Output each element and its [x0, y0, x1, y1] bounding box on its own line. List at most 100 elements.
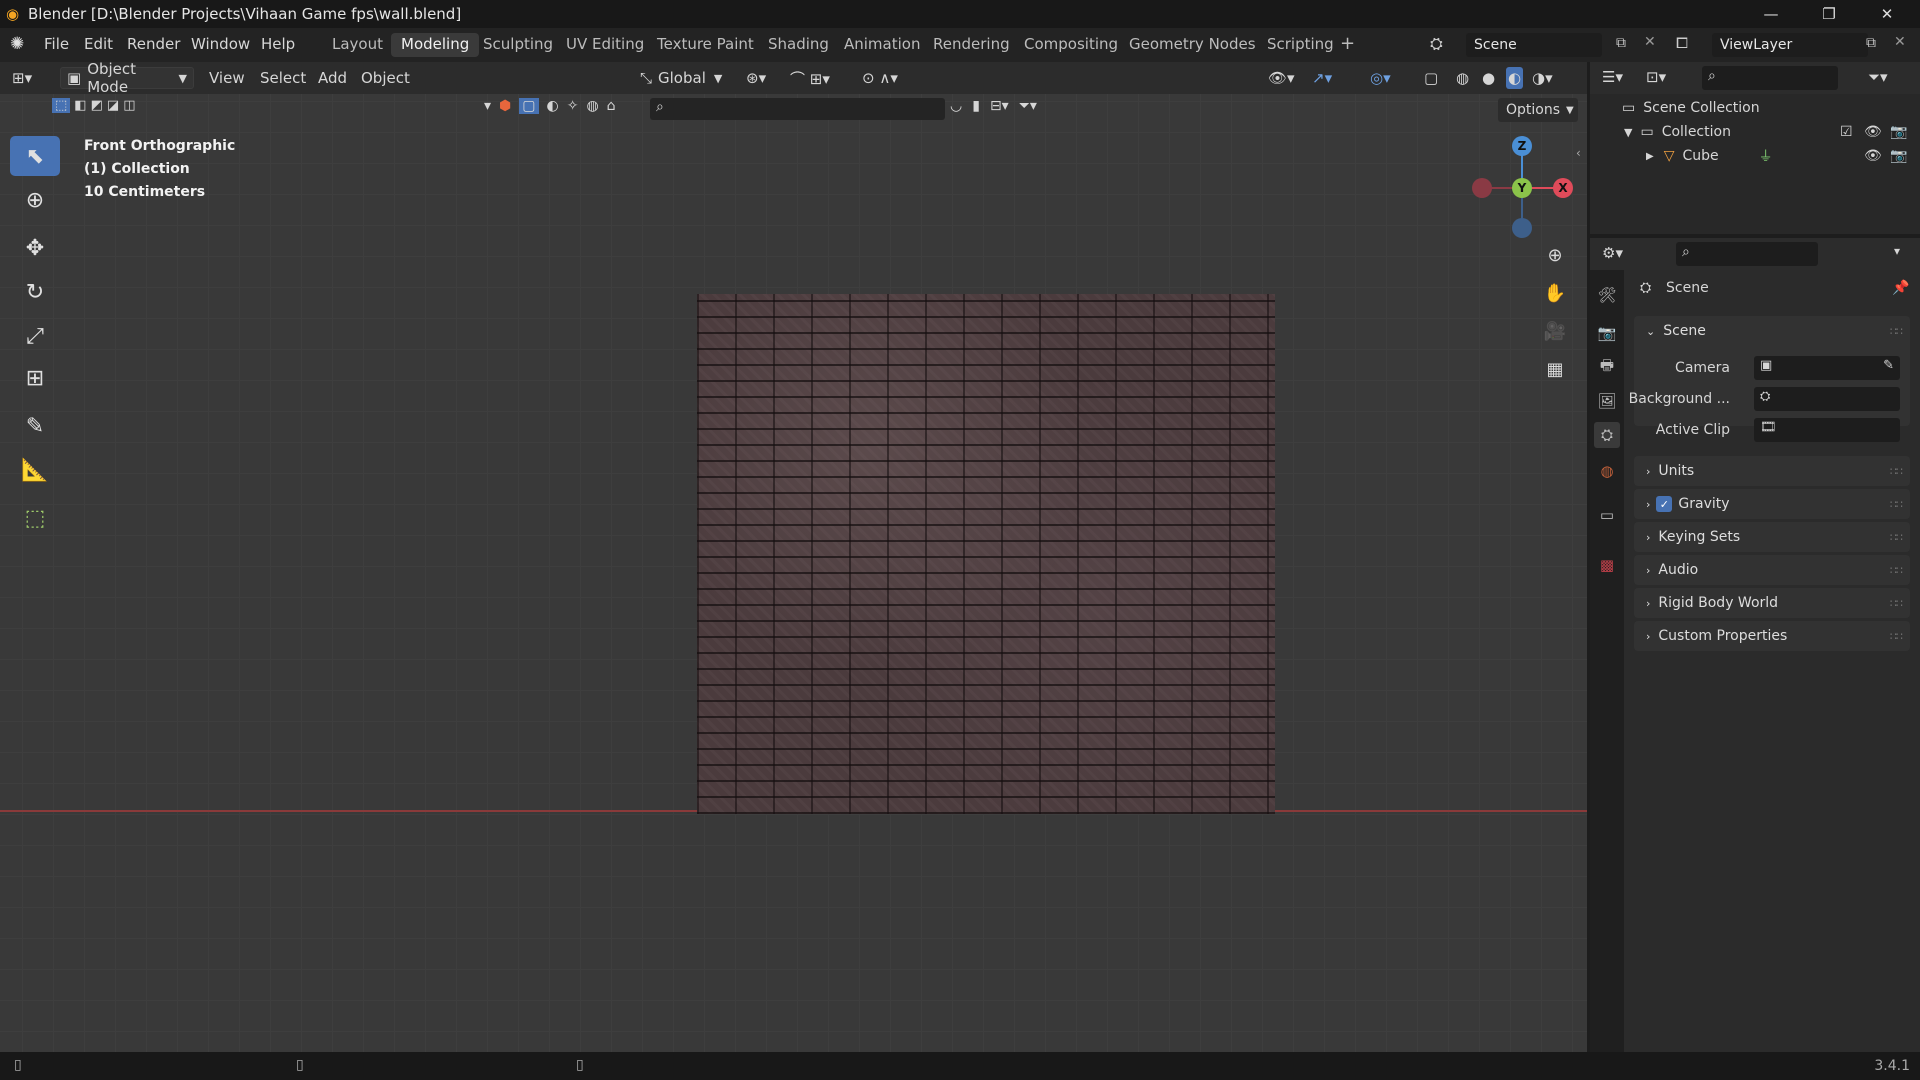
- select-box-icon[interactable]: ⬚: [52, 98, 71, 113]
- snap-icon[interactable]: ⌒ ⊞▾: [790, 67, 830, 89]
- scene-filter-icon[interactable]: ⌂: [607, 98, 616, 114]
- collection-tab-icon[interactable]: ▭: [1594, 502, 1620, 528]
- eye-icon[interactable]: 👁: [1864, 124, 1882, 140]
- viewlayer-field[interactable]: ViewLayer: [1712, 33, 1868, 57]
- maximize-button[interactable]: ❐: [1800, 0, 1858, 28]
- gizmo-x-axis[interactable]: X: [1553, 178, 1573, 198]
- tool-tab-icon[interactable]: 🛠: [1594, 282, 1620, 308]
- render-tab-icon[interactable]: 📷: [1594, 320, 1620, 346]
- new-scene-icon[interactable]: ⧉: [1616, 35, 1626, 51]
- blender-menu-icon[interactable]: ✺: [10, 34, 24, 54]
- filter-icon[interactable]: ⏷▾: [1019, 98, 1037, 114]
- tab-modeling[interactable]: Modeling: [391, 33, 480, 57]
- chevron-right-icon[interactable]: ▶: [1646, 151, 1654, 162]
- mesh-data-icon[interactable]: ⏚: [1759, 146, 1773, 166]
- close-button[interactable]: ✕: [1858, 0, 1916, 28]
- options-dropdown[interactable]: Options ▼: [1498, 98, 1578, 122]
- object-type-icon[interactable]: ⬢: [499, 98, 511, 114]
- object-mode-dropdown[interactable]: ▣ Object Mode ▼: [60, 60, 194, 96]
- editor-type-icon[interactable]: ⊞▾: [12, 67, 32, 89]
- measure-icon[interactable]: 📐: [10, 450, 60, 490]
- drag-handle-icon[interactable]: ∷∷: [1890, 564, 1903, 577]
- checkbox-icon[interactable]: ☑: [1840, 124, 1853, 140]
- drag-handle-icon[interactable]: ∷∷: [1890, 630, 1903, 643]
- wireframe-shading-icon[interactable]: ◍: [1456, 67, 1469, 89]
- eye-icon[interactable]: 👁: [1864, 148, 1882, 164]
- chevron-left-icon[interactable]: ‹: [1576, 146, 1581, 160]
- rendered-shading-icon[interactable]: ◑▾: [1532, 67, 1553, 89]
- scene-panel-header[interactable]: ⌄ Scene ∷∷: [1634, 316, 1910, 346]
- 3d-viewport[interactable]: ⬚ ◧ ◩ ◪ ◫ ▾ ⬢ ▢ ◐ ✧ ◍ ⌂ ⌕ ◡ ▮ ⊟▾ ⏷▾ Opti…: [0, 94, 1587, 1052]
- drag-handle-icon[interactable]: ∷∷: [1890, 597, 1903, 610]
- gizmo-icon[interactable]: ↗▾: [1312, 67, 1332, 89]
- drag-handle-icon[interactable]: ∷∷: [1890, 498, 1903, 511]
- gizmo-z-axis[interactable]: Z: [1512, 136, 1532, 156]
- remove-viewlayer-icon[interactable]: ✕: [1894, 34, 1906, 50]
- material-shading-icon[interactable]: ◐: [1506, 67, 1524, 89]
- menu-select[interactable]: Select: [260, 67, 306, 89]
- pin-icon[interactable]: 📌: [1892, 280, 1909, 296]
- keying-sets-panel[interactable]: › Keying Sets ∷∷: [1634, 522, 1910, 552]
- units-panel[interactable]: › Units ∷∷: [1634, 456, 1910, 486]
- gizmo-neg-z-axis[interactable]: [1512, 218, 1532, 238]
- curve-icon[interactable]: ◡: [950, 98, 962, 114]
- menu-edit[interactable]: Edit: [84, 35, 113, 53]
- gravity-checkbox[interactable]: ✓: [1656, 496, 1673, 512]
- move-icon[interactable]: ✥: [10, 228, 60, 268]
- tab-uv-editing[interactable]: UV Editing: [556, 33, 654, 57]
- menu-view[interactable]: View: [209, 67, 245, 89]
- scale-icon[interactable]: ⤢: [10, 316, 60, 356]
- outliner-row-collection[interactable]: ▼ ▭ Collection ☑ 👁 📷: [1590, 120, 1920, 144]
- gravity-panel[interactable]: › ✓ Gravity ∷∷: [1634, 489, 1910, 519]
- bookmark-icon[interactable]: ▮: [972, 98, 980, 114]
- chevron-down-icon[interactable]: ▾: [1894, 244, 1900, 258]
- outliner-row-cube[interactable]: ▶ ▽ Cube ⏚ 👁 📷: [1590, 144, 1920, 168]
- scene-icon[interactable]: ⛭: [1430, 34, 1443, 54]
- object-filter-icon[interactable]: ▢: [519, 98, 539, 114]
- select-extend-icon[interactable]: ◧: [74, 98, 86, 113]
- tab-texture-paint[interactable]: Texture Paint: [647, 33, 764, 57]
- minimize-button[interactable]: —: [1742, 0, 1800, 28]
- outliner-row-scene-collection[interactable]: ▭ Scene Collection: [1590, 96, 1920, 120]
- rigid-body-world-panel[interactable]: › Rigid Body World ∷∷: [1634, 588, 1910, 618]
- output-tab-icon[interactable]: 🖶: [1594, 354, 1620, 380]
- proportional-edit-icon[interactable]: ⊙ ∧▾: [862, 67, 898, 89]
- tab-compositing[interactable]: Compositing: [1014, 33, 1128, 57]
- annotate-icon[interactable]: ✎: [10, 406, 60, 446]
- eyedropper-icon[interactable]: ✎: [1883, 358, 1894, 373]
- editor-type-icon[interactable]: ☰▾: [1602, 68, 1623, 86]
- brick-wall-object[interactable]: [697, 294, 1275, 814]
- custom-properties-panel[interactable]: › Custom Properties ∷∷: [1634, 621, 1910, 651]
- transform-icon[interactable]: ⊞: [10, 358, 60, 398]
- outliner-search-input[interactable]: ⌕: [1702, 66, 1838, 90]
- orientation-dropdown[interactable]: ⤡ Global ▼: [640, 67, 722, 89]
- tab-geometry-nodes[interactable]: Geometry Nodes: [1119, 33, 1266, 57]
- solid-shading-icon[interactable]: ●: [1482, 67, 1495, 89]
- select-tool-icon[interactable]: ⬉: [10, 136, 60, 176]
- drag-handle-icon[interactable]: ∷∷: [1890, 325, 1903, 338]
- active-clip-field[interactable]: 🎞: [1754, 418, 1900, 442]
- new-viewlayer-icon[interactable]: ⧉: [1866, 35, 1876, 51]
- menu-help[interactable]: Help: [261, 35, 295, 53]
- camera-icon[interactable]: 📷: [1890, 124, 1907, 140]
- add-workspace-button[interactable]: +: [1330, 33, 1365, 57]
- filter-icon[interactable]: ⏷▾: [1868, 68, 1888, 86]
- light-filter-icon[interactable]: ✧: [567, 98, 579, 114]
- texture-tab-icon[interactable]: ▩: [1594, 552, 1620, 578]
- material-filter-icon[interactable]: ◐: [547, 98, 559, 114]
- view-layer-tab-icon[interactable]: 🖼: [1594, 388, 1620, 414]
- rotate-icon[interactable]: ↻: [10, 272, 60, 312]
- hand-icon[interactable]: ✋: [1540, 278, 1570, 308]
- tab-animation[interactable]: Animation: [834, 33, 930, 57]
- menu-file[interactable]: File: [44, 35, 69, 53]
- select-invert-icon[interactable]: ◪: [107, 98, 119, 113]
- tab-layout[interactable]: Layout: [322, 33, 393, 57]
- audio-panel[interactable]: › Audio ∷∷: [1634, 555, 1910, 585]
- world-tab-icon[interactable]: ◍: [1594, 458, 1620, 484]
- add-cube-icon[interactable]: ⬚: [10, 498, 60, 538]
- tab-sculpting[interactable]: Sculpting: [473, 33, 563, 57]
- cursor-icon[interactable]: ⊕: [10, 180, 60, 220]
- overlay-icon[interactable]: ◎▾: [1370, 67, 1391, 89]
- menu-window[interactable]: Window: [191, 35, 250, 53]
- tab-shading[interactable]: Shading: [758, 33, 839, 57]
